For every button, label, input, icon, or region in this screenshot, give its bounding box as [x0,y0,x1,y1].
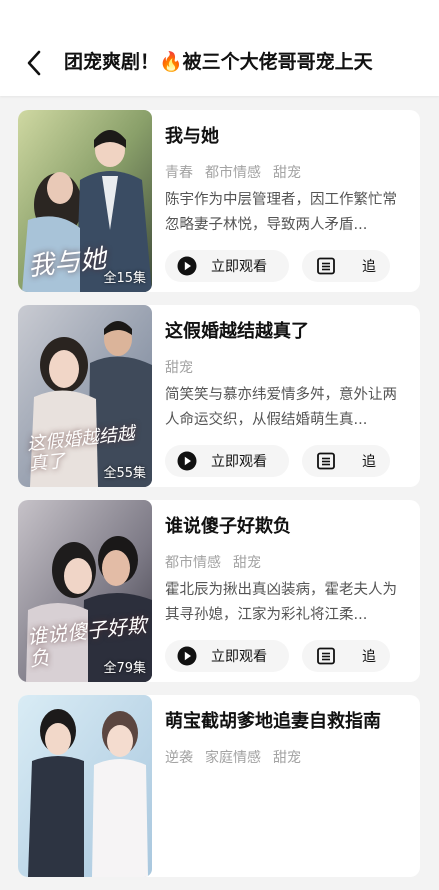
list-icon [316,256,336,276]
tag: 都市情感 [165,555,221,571]
drama-title[interactable]: 萌宝截胡爹地追妻自救指南 [165,707,381,733]
drama-info: 我与她 青春 都市情感 甜宠 陈宇作为中层管理者，因工作繁忙常忽略妻子林悦，导致两人… [165,110,410,292]
follow-label: 追 [362,259,376,275]
drama-title[interactable]: 这假婚越结越真了 [165,317,309,343]
watch-now-label: 立即观看 [211,259,267,275]
drama-card[interactable]: 我与她 全15集 我与她 青春 都市情感 甜宠 陈宇作为中层管理者，因工作繁忙常忽略… [18,110,420,292]
list-icon [316,451,336,471]
follow-label: 追 [362,649,376,665]
drama-info: 这假婚越结越真了 甜宠 简笑笑与慕亦纬爱情多舛，意外让两人命运交织，从假结婚萌生… [165,305,410,487]
top-bar: 团宠爽剧！🔥被三个大佬哥哥宠上天 [0,0,439,96]
play-icon [177,646,197,666]
drama-list: 我与她 全15集 我与她 青春 都市情感 甜宠 陈宇作为中层管理者，因工作繁忙常忽略… [18,110,420,890]
drama-tags: 青春 都市情感 甜宠 [165,162,313,182]
drama-tags: 逆袭 家庭情感 甜宠 [165,747,313,767]
tag: 都市情感 [205,165,261,181]
poster-image [18,695,152,877]
tag: 逆袭 [165,750,193,766]
drama-description: 简笑笑与慕亦纬爱情多舛，意外让两人命运交织，从假结婚萌生真... [165,387,397,428]
drama-title[interactable]: 我与她 [165,122,219,148]
drama-poster[interactable]: 我与她 全15集 [18,110,152,292]
tag: 甜宠 [165,360,193,376]
drama-title[interactable]: 谁说傻子好欺负 [165,512,291,538]
drama-description: 霍北辰为揪出真凶装病，霍老夫人为其寻孙媳，江家为彩礼将江柔... [165,582,397,623]
tag: 甜宠 [233,555,261,571]
back-button[interactable] [20,48,48,78]
drama-poster[interactable]: 这假婚越结越真了 全55集 [18,305,152,487]
play-icon [177,256,197,276]
episode-count: 全79集 [103,661,146,676]
tag: 甜宠 [273,165,301,181]
drama-info: 萌宝截胡爹地追妻自救指南 逆袭 家庭情感 甜宠 [165,695,410,877]
watch-now-label: 立即观看 [211,649,267,665]
drama-card[interactable]: 萌宝截胡爹地追妻自救指南 逆袭 家庭情感 甜宠 [18,695,420,877]
back-arrow-icon [27,50,41,76]
episode-count: 全15集 [103,271,146,286]
watch-now-button[interactable]: 立即观看 [165,640,289,672]
episode-count: 全55集 [103,466,146,481]
drama-tags: 都市情感 甜宠 [165,552,273,572]
drama-poster[interactable]: 谁说傻子好欺负 全79集 [18,500,152,682]
tag: 青春 [165,165,193,181]
watch-now-button[interactable]: 立即观看 [165,445,289,477]
play-icon [177,451,197,471]
drama-poster[interactable] [18,695,152,877]
watch-now-label: 立即观看 [211,454,267,470]
watch-now-button[interactable]: 立即观看 [165,250,289,282]
follow-button[interactable]: 追 [302,445,390,477]
list-icon [316,646,336,666]
drama-info: 谁说傻子好欺负 都市情感 甜宠 霍北辰为揪出真凶装病，霍老夫人为其寻孙媳，江家为彩… [165,500,410,682]
follow-label: 追 [362,454,376,470]
follow-button[interactable]: 追 [302,640,390,672]
drama-tags: 甜宠 [165,357,205,377]
tag: 甜宠 [273,750,301,766]
drama-card[interactable]: 谁说傻子好欺负 全79集 谁说傻子好欺负 都市情感 甜宠 霍北辰为揪出真凶装病，霍… [18,500,420,682]
tag: 家庭情感 [205,750,261,766]
follow-button[interactable]: 追 [302,250,390,282]
drama-description: 陈宇作为中层管理者，因工作繁忙常忽略妻子林悦，导致两人矛盾... [165,192,397,233]
page-title: 团宠爽剧！🔥被三个大佬哥哥宠上天 [64,51,373,73]
drama-card[interactable]: 这假婚越结越真了 全55集 这假婚越结越真了 甜宠 简笑笑与慕亦纬爱情多舛，意外… [18,305,420,487]
